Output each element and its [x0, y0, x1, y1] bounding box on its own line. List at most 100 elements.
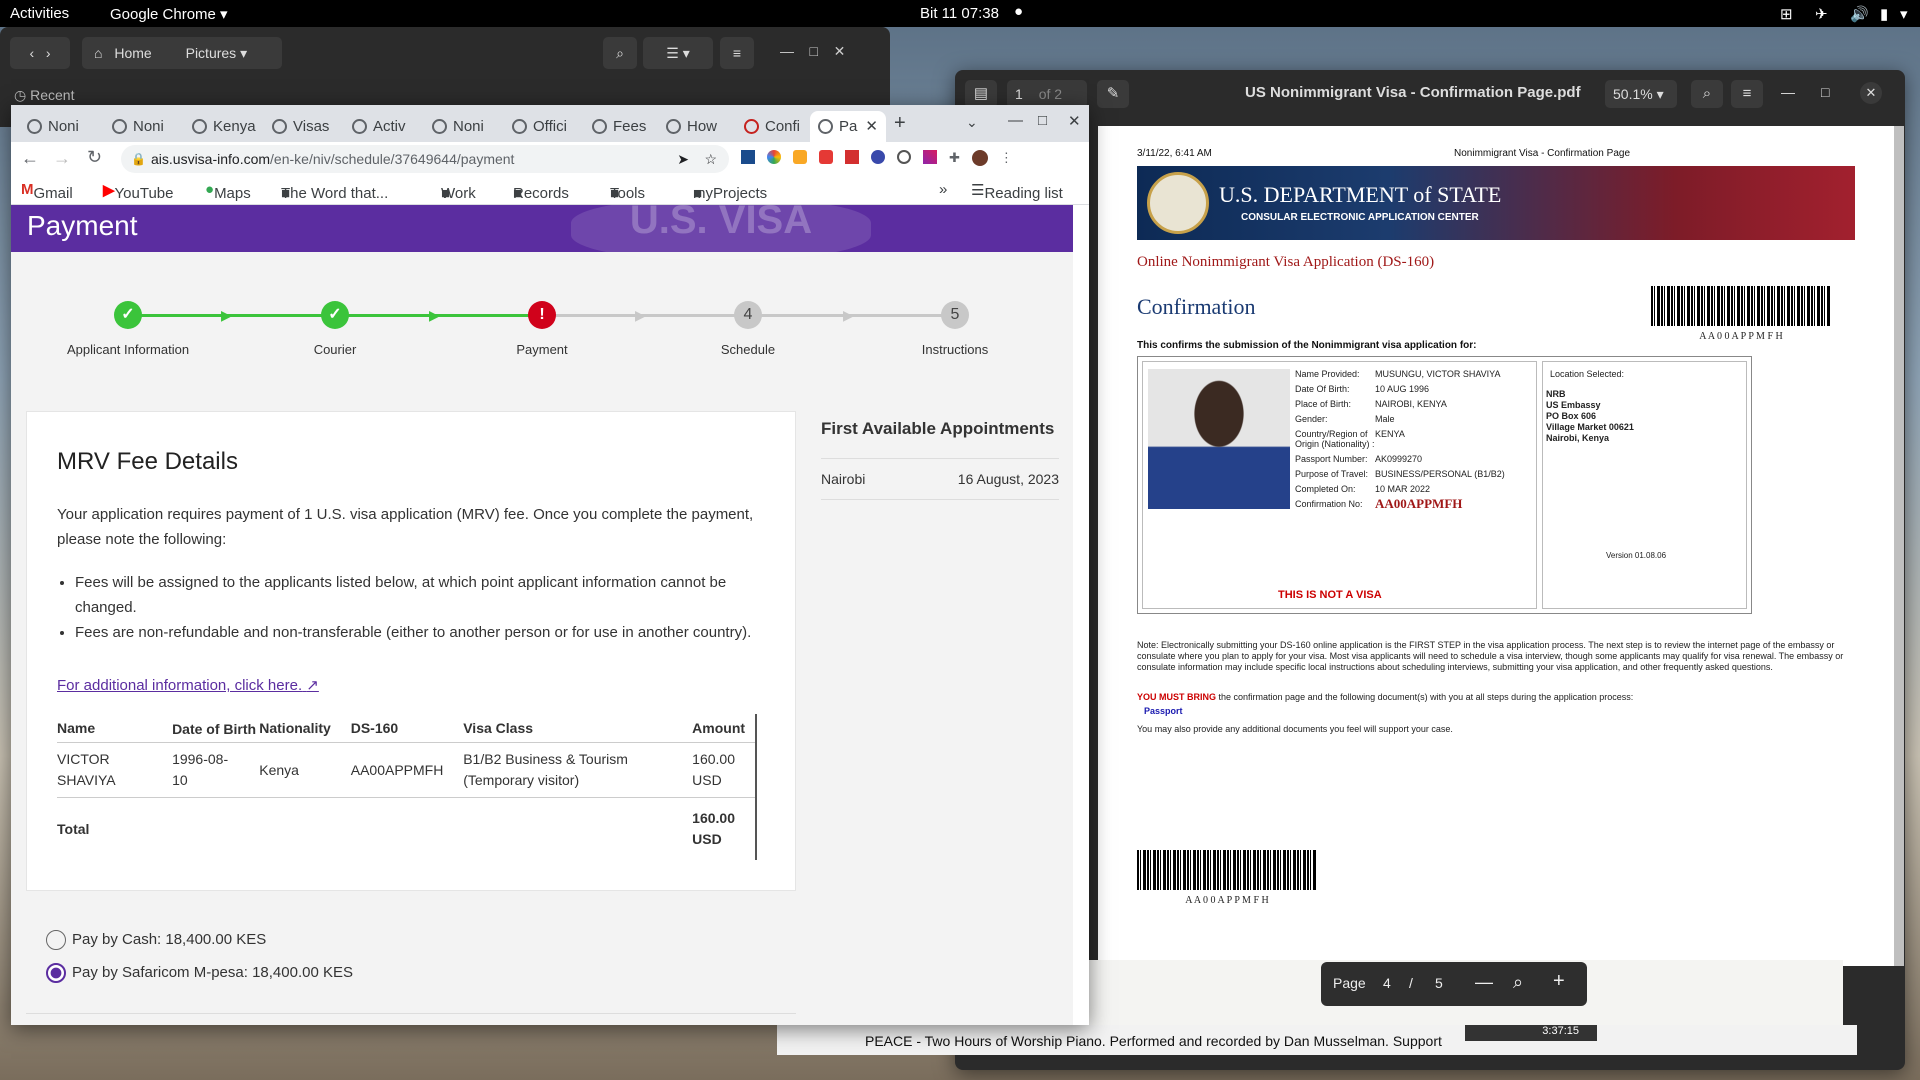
- passport-item: Passport: [1144, 706, 1183, 716]
- close-icon[interactable]: ✕: [1068, 112, 1081, 130]
- back-forward-buttons[interactable]: ‹ ›: [10, 37, 70, 69]
- total-label: Total: [57, 820, 90, 837]
- extension-icon[interactable]: [741, 150, 755, 164]
- applicant-field: Place of Birth: NAIROBI, KENYA: [1295, 399, 1535, 409]
- maximize-icon[interactable]: □: [1038, 112, 1047, 129]
- tab-2[interactable]: Noni: [104, 111, 184, 142]
- applicant-field: Confirmation No: AA00APPMFH: [1295, 497, 1535, 510]
- close-icon[interactable]: ✕: [1860, 82, 1882, 104]
- dos-banner: U.S. DEPARTMENT of STATE CONSULAR ELECTR…: [1137, 166, 1855, 240]
- dos-title: U.S. DEPARTMENT of STATE: [1219, 182, 1502, 207]
- tab-7[interactable]: Offici: [504, 111, 584, 142]
- clock[interactable]: Bit 11 07:38: [920, 5, 999, 22]
- field-value: BUSINESS/PERSONAL (B1/B2): [1375, 469, 1505, 479]
- pay-cash-option[interactable]: Pay by Cash: 18,400.00 KES: [46, 930, 266, 950]
- extensions-area: ✚ ⋮: [741, 150, 1051, 168]
- profile-avatar[interactable]: [971, 150, 988, 166]
- field-value: 10 AUG 1996: [1375, 384, 1430, 394]
- zoom-in-magnifier-icon[interactable]: ⌕: [1513, 972, 1523, 993]
- tab-4[interactable]: Visas: [264, 111, 344, 142]
- app-menu[interactable]: Google Chrome ▾: [110, 5, 228, 23]
- home-crumb[interactable]: Home: [114, 45, 151, 61]
- cell-visa-class: B1/B2 Business & Tourism (Temporary visi…: [463, 751, 628, 788]
- menu-icon[interactable]: ≡: [720, 37, 754, 69]
- extension-icon[interactable]: [871, 150, 885, 164]
- window-controls[interactable]: — □ ✕: [780, 43, 845, 60]
- airplane-icon[interactable]: ✈: [1815, 5, 1828, 23]
- minimize-icon[interactable]: —: [1781, 84, 1795, 100]
- table-row: VICTOR SHAVIYA 1996-08-10 Kenya AA00APPM…: [57, 742, 757, 798]
- search-icon[interactable]: ⌕: [1691, 80, 1723, 108]
- maximize-icon[interactable]: □: [1821, 84, 1829, 100]
- location-line: US Embassy: [1546, 400, 1601, 410]
- path-bar[interactable]: ⌂ Home Pictures ▾: [82, 37, 282, 69]
- reload-icon[interactable]: ↻: [87, 147, 102, 168]
- tab-10[interactable]: Confi: [736, 111, 810, 142]
- menu-icon[interactable]: ≡: [1731, 80, 1763, 108]
- zoom-in-icon[interactable]: +: [1553, 970, 1565, 993]
- banner-title: Payment: [27, 210, 138, 241]
- note-text: Note: Electronically submitting your DS-…: [1137, 640, 1844, 672]
- recent-sidebar-item[interactable]: ◷ Recent: [14, 87, 74, 104]
- step-3-alert-icon: !: [528, 301, 556, 329]
- applicant-field: Passport Number: AK0999270: [1295, 454, 1535, 464]
- step-5-number: 5: [941, 301, 969, 329]
- field-label: Country/Region of Origin (Nationality) :: [1295, 429, 1375, 449]
- bookmark-maps[interactable]: ● Maps: [205, 181, 251, 202]
- extension-icon[interactable]: [897, 150, 911, 164]
- bookmark-star-icon[interactable]: ☆: [704, 145, 717, 173]
- extension-icon[interactable]: [767, 150, 781, 164]
- zoom-out-icon[interactable]: —: [1475, 972, 1493, 993]
- tab-1[interactable]: Noni: [19, 111, 104, 142]
- applicant-field: Name Provided: MUSUNGU, VICTOR SHAVIYA: [1295, 369, 1535, 379]
- reading-list[interactable]: ☰ Reading list: [971, 181, 1063, 202]
- view-toggle-icon[interactable]: ☰ ▾: [643, 37, 713, 69]
- tab-9[interactable]: How: [658, 111, 736, 142]
- pictures-crumb[interactable]: Pictures: [186, 45, 237, 61]
- video-time: 3:37:15: [1465, 1025, 1597, 1041]
- battery-icon[interactable]: ▮: [1880, 5, 1888, 23]
- page-number-field[interactable]: 1 of 2: [1007, 80, 1087, 108]
- bookmark-youtube[interactable]: ▶ YouTube: [103, 181, 174, 202]
- zoom-select[interactable]: 50.1% ▾: [1605, 80, 1677, 108]
- tab-active-payment[interactable]: Pa ✕: [810, 111, 886, 142]
- activities-button[interactable]: Activities: [10, 5, 69, 22]
- pay-mpesa-option[interactable]: Pay by Safaricom M-pesa: 18,400.00 KES: [46, 963, 353, 983]
- tab-3[interactable]: Kenya: [184, 111, 264, 142]
- video-title[interactable]: PEACE - Two Hours of Worship Piano. Perf…: [865, 1033, 1442, 1049]
- extension-icon[interactable]: [845, 150, 859, 164]
- address-bar[interactable]: 🔒 ais.usvisa-info.com/en-ke/niv/schedule…: [121, 145, 729, 173]
- page-number-input[interactable]: 4: [1383, 975, 1391, 991]
- tab-search-icon[interactable]: ⌄: [966, 114, 978, 131]
- network-icon[interactable]: ⊞: [1780, 5, 1793, 23]
- field-value: 10 MAR 2022: [1375, 484, 1431, 494]
- search-icon[interactable]: ⌕: [603, 37, 637, 69]
- extension-icon[interactable]: [923, 150, 937, 164]
- field-value: Male: [1375, 414, 1395, 424]
- extension-icon[interactable]: [793, 150, 807, 164]
- radio-unchecked-icon[interactable]: [46, 930, 66, 950]
- system-menu-icon[interactable]: ▾: [1900, 5, 1908, 23]
- extension-icon[interactable]: [819, 150, 833, 164]
- close-tab-icon[interactable]: ✕: [865, 111, 878, 142]
- additional-info-link[interactable]: For additional information, click here. …: [57, 676, 319, 694]
- tab-8[interactable]: Fees: [584, 111, 658, 142]
- annotate-icon[interactable]: ✎: [1097, 80, 1129, 108]
- send-icon[interactable]: ➤: [677, 145, 689, 173]
- new-tab-icon[interactable]: +: [894, 112, 906, 135]
- volume-icon[interactable]: 🔊: [1850, 5, 1869, 23]
- back-icon[interactable]: ←: [21, 148, 39, 169]
- more-bookmarks-icon[interactable]: »: [939, 181, 947, 198]
- not-a-visa-label: THIS IS NOT A VISA: [1278, 589, 1382, 601]
- radio-checked-icon[interactable]: [46, 963, 66, 983]
- tab-5[interactable]: Activ: [344, 111, 424, 142]
- field-label: Gender:: [1295, 414, 1328, 424]
- extensions-puzzle-icon[interactable]: ✚: [949, 150, 960, 168]
- forward-icon[interactable]: →: [53, 148, 71, 169]
- field-label: Purpose of Travel:: [1295, 469, 1369, 479]
- sidebar-toggle-icon[interactable]: ▤: [965, 80, 997, 108]
- chrome-menu-icon[interactable]: ⋮: [1000, 150, 1013, 168]
- tab-6[interactable]: Noni: [424, 111, 504, 142]
- minimize-icon[interactable]: —: [1008, 112, 1023, 129]
- bookmark-gmail[interactable]: M Gmail: [21, 181, 73, 202]
